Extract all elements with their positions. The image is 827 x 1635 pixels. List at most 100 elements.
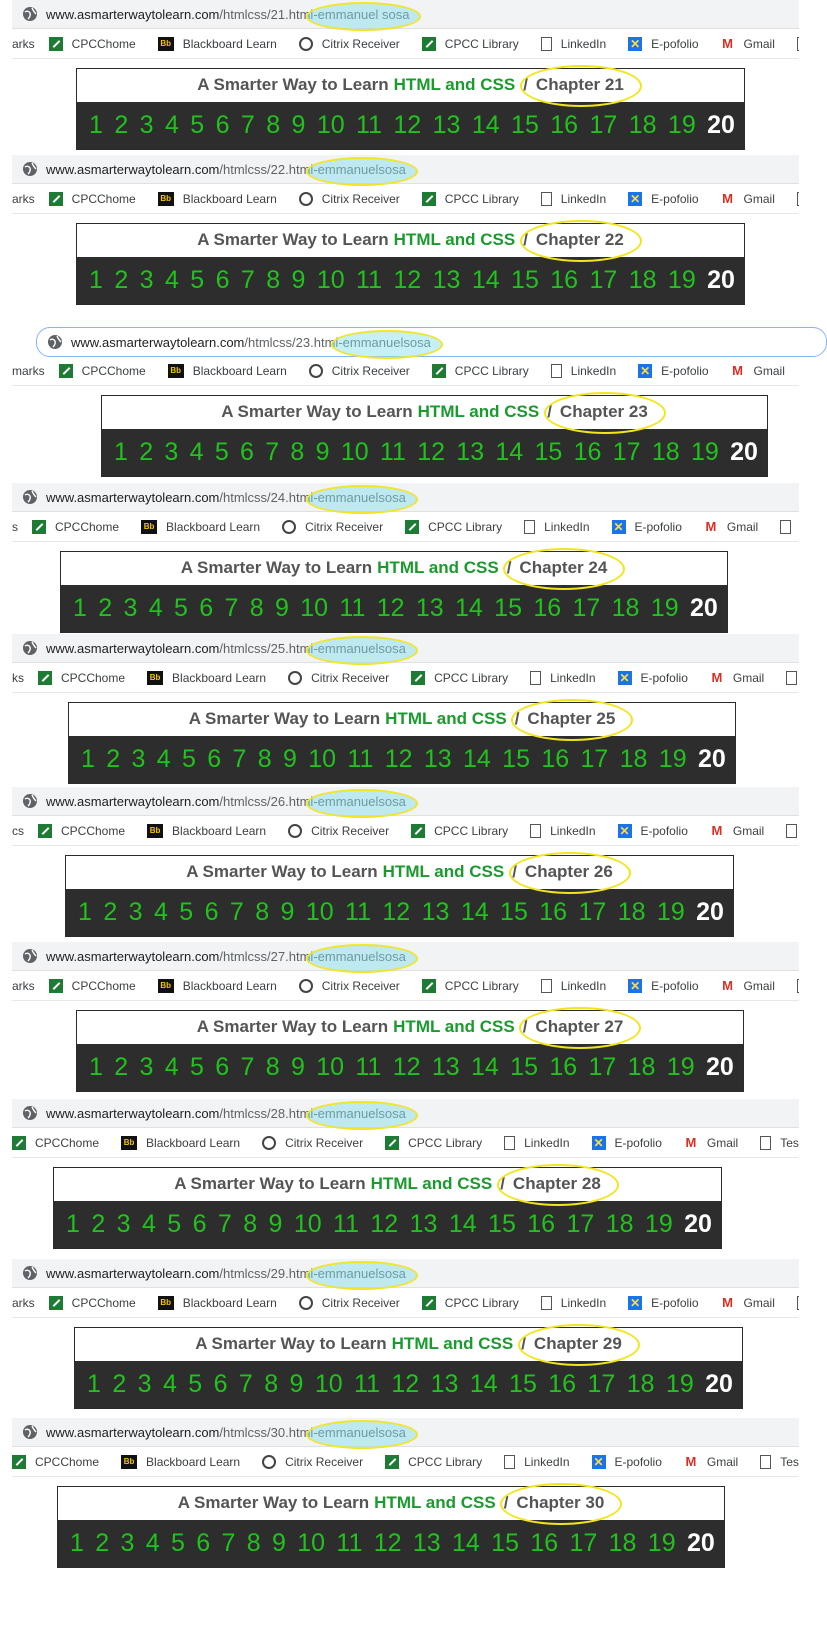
chapter-link[interactable]: 9 — [283, 747, 297, 772]
bookmark-item[interactable]: CPCChome — [48, 192, 136, 206]
bookmark-item[interactable]: CPCC Library — [411, 824, 508, 838]
chapter-link[interactable]: 14 — [472, 268, 500, 293]
bookmark-item[interactable]: Citrix Receiver — [308, 364, 410, 378]
bookmark-item[interactable]: CPCC Library — [421, 192, 519, 206]
chapter-link[interactable]: 16 — [530, 1531, 558, 1556]
chapter-link[interactable]: 10 — [297, 1531, 325, 1556]
chapter-link[interactable]: 20 — [730, 440, 758, 465]
chapter-link[interactable]: 16 — [548, 1372, 576, 1397]
bookmark-item[interactable]: CPCC Library — [421, 37, 519, 51]
bookmark-item[interactable]: LinkedIn — [540, 192, 606, 206]
chapter-link[interactable]: 2 — [114, 113, 128, 138]
chapter-link[interactable]: 2 — [106, 747, 120, 772]
bookmark-item[interactable]: ✕ E-pofolio — [628, 1296, 699, 1310]
bookmark-item[interactable]: CPCChome — [48, 1296, 136, 1310]
chapter-link[interactable]: 5 — [174, 596, 188, 621]
chapter-link[interactable]: 17 — [569, 1531, 597, 1556]
chapter-link[interactable]: 11 — [356, 268, 382, 293]
chapter-link[interactable]: 1 — [114, 440, 128, 465]
chapter-link[interactable]: 16 — [527, 1212, 555, 1237]
chapter-link[interactable]: 9 — [292, 268, 306, 293]
chapter-link[interactable]: 18 — [618, 900, 646, 925]
chapter-link[interactable]: 13 — [433, 268, 461, 293]
chapter-link[interactable]: 11 — [333, 1212, 359, 1237]
chapter-link[interactable]: 12 — [377, 596, 405, 621]
chapter-link[interactable]: 8 — [290, 440, 304, 465]
bookmark-item[interactable]: ✕ E-pofolio — [591, 1455, 662, 1469]
chapter-link[interactable]: 5 — [190, 113, 204, 138]
chapter-link[interactable]: 9 — [292, 113, 306, 138]
address-bar[interactable]: www.asmarterwaytolearn.com/htmlcss/27.ht… — [12, 942, 799, 971]
chapter-link[interactable]: 18 — [620, 747, 648, 772]
bookmark-item[interactable]: Bb Blackboard Learn — [147, 671, 266, 685]
chapter-link[interactable]: 3 — [138, 1372, 152, 1397]
chapter-link[interactable]: 10 — [294, 1212, 322, 1237]
bookmark-item[interactable]: CPCChome — [48, 979, 136, 993]
chapter-link[interactable]: 14 — [471, 1055, 499, 1080]
chapter-link[interactable]: 1 — [78, 900, 92, 925]
bookmark-item[interactable]: CPCChome — [38, 824, 125, 838]
chapter-link[interactable]: 3 — [140, 113, 154, 138]
chapter-link[interactable]: 3 — [132, 747, 146, 772]
chapter-link[interactable]: 16 — [550, 268, 578, 293]
chapter-link[interactable]: 20 — [705, 1372, 733, 1397]
chapter-link[interactable]: 16 — [533, 596, 561, 621]
chapter-link[interactable]: 16 — [550, 113, 578, 138]
bookmark-item[interactable]: M Gmail — [721, 979, 775, 994]
chapter-link[interactable]: 20 — [707, 268, 735, 293]
chapter-link[interactable]: 12 — [374, 1531, 402, 1556]
chapter-link[interactable]: 10 — [341, 440, 369, 465]
bookmark-item[interactable]: Bb Blackboard Learn — [121, 1455, 240, 1469]
bookmark-item[interactable]: Bb Blackboard Learn — [157, 192, 277, 206]
address-bar[interactable]: www.asmarterwaytolearn.com/htmlcss/29.ht… — [12, 1259, 799, 1288]
bookmark-item[interactable]: TestOut — [786, 671, 799, 685]
bookmark-item[interactable]: ✕ E-pofolio — [617, 824, 688, 838]
bookmark-item[interactable]: CPCChome — [12, 1136, 99, 1150]
chapter-link[interactable]: 16 — [549, 1055, 577, 1080]
chapter-link[interactable]: 17 — [580, 747, 608, 772]
chapter-link[interactable]: 8 — [250, 596, 264, 621]
chapter-link[interactable]: 6 — [207, 747, 221, 772]
chapter-link[interactable]: 15 — [510, 1055, 538, 1080]
bookmark-item[interactable]: CPCChome — [48, 37, 136, 51]
bookmark-item[interactable]: Bb Blackboard Learn — [157, 37, 277, 51]
bookmark-item[interactable]: Bb Blackboard Learn — [167, 364, 287, 378]
chapter-link[interactable]: 10 — [306, 900, 334, 925]
chapter-link[interactable]: 14 — [463, 747, 491, 772]
chapter-link[interactable]: 19 — [668, 268, 696, 293]
bookmark-item[interactable]: Citrix Receiver — [298, 37, 400, 51]
chapter-link[interactable]: 19 — [667, 1055, 695, 1080]
bookmark-item[interactable]: Citrix Receiver — [262, 1455, 363, 1469]
bookmark-item[interactable]: LinkedIn — [504, 1455, 570, 1469]
bookmark-item[interactable]: CPCChome — [58, 364, 146, 378]
chapter-link[interactable]: 9 — [281, 900, 295, 925]
chapter-link[interactable]: 6 — [205, 900, 219, 925]
chapter-link[interactable]: 1 — [81, 747, 95, 772]
bookmark-item[interactable]: TestOut — [796, 979, 799, 993]
chapter-link[interactable]: 18 — [629, 113, 657, 138]
chapter-link[interactable]: 5 — [171, 1531, 185, 1556]
bookmark-item[interactable]: LinkedIn — [540, 1296, 606, 1310]
chapter-link[interactable]: 8 — [266, 113, 280, 138]
chapter-link[interactable]: 8 — [266, 268, 280, 293]
chapter-link[interactable]: 6 — [216, 113, 230, 138]
chapter-link[interactable]: 10 — [300, 596, 328, 621]
bookmark-item[interactable]: Citrix Receiver — [298, 192, 400, 206]
bookmark-item[interactable]: Bb Blackboard Learn — [157, 979, 277, 993]
bookmark-item[interactable]: M Gmail — [731, 364, 785, 379]
chapter-link[interactable]: 13 — [410, 1212, 438, 1237]
bookmark-item[interactable]: TestOut — [796, 1296, 799, 1310]
chapter-link[interactable]: 4 — [190, 440, 204, 465]
chapter-link[interactable]: 7 — [265, 440, 279, 465]
chapter-link[interactable]: 19 — [648, 1531, 676, 1556]
chapter-link[interactable]: 9 — [269, 1212, 283, 1237]
chapter-link[interactable]: 11 — [355, 1055, 381, 1080]
chapter-link[interactable]: 7 — [230, 900, 244, 925]
chapter-link[interactable]: 14 — [472, 113, 500, 138]
bookmark-item[interactable]: Citrix Receiver — [288, 671, 389, 685]
chapter-link[interactable]: 17 — [613, 440, 641, 465]
chapter-link[interactable]: 2 — [95, 1531, 109, 1556]
chapter-link[interactable]: 5 — [188, 1372, 202, 1397]
chapter-link[interactable]: 15 — [491, 1531, 519, 1556]
chapter-link[interactable]: 18 — [629, 268, 657, 293]
